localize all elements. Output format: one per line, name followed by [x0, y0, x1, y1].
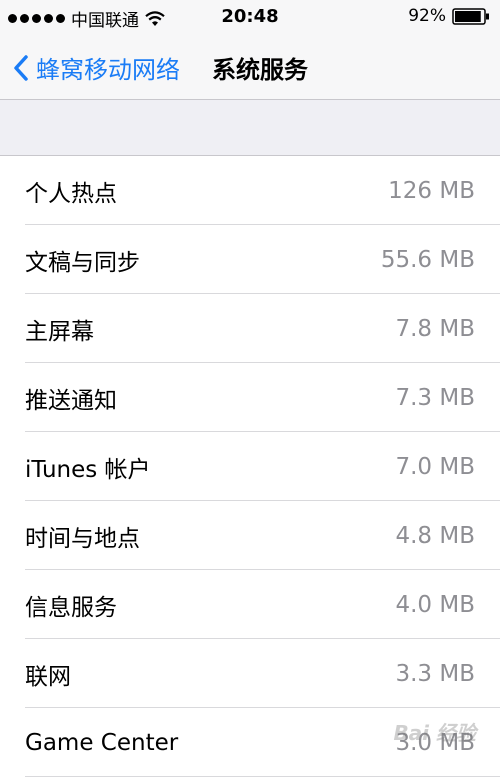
- list-item-label: 个人热点: [25, 180, 117, 207]
- list-item-label: 文稿与同步: [25, 249, 140, 276]
- list-item-documents-sync: 文稿与同步 55.6 MB: [0, 225, 500, 294]
- list-item-push-notifications: 推送通知 7.3 MB: [0, 363, 500, 432]
- list-item-time-location: 时间与地点 4.8 MB: [0, 501, 500, 570]
- section-spacer: [0, 100, 500, 155]
- list-item-label: 联网: [25, 663, 71, 690]
- back-button[interactable]: 蜂窝移动网络: [12, 50, 180, 85]
- list-item-value: 7.0 MB: [395, 453, 475, 480]
- battery-percent: 92%: [408, 6, 446, 26]
- watermark-logo: Bai 经验: [393, 721, 476, 745]
- list-item-value: 4.8 MB: [395, 522, 475, 549]
- list-item-label: Game Center: [25, 729, 179, 756]
- list-item-value: 126 MB: [388, 177, 475, 204]
- list-item-networking: 联网 3.3 MB: [0, 639, 500, 708]
- chevron-left-icon: [12, 54, 30, 82]
- list-item-label: 时间与地点: [25, 525, 140, 552]
- battery-icon: [452, 7, 490, 25]
- back-button-label: 蜂窝移动网络: [36, 56, 180, 84]
- list-item-label: 信息服务: [25, 594, 117, 621]
- list-item-hotspot: 个人热点 126 MB: [0, 156, 500, 225]
- list-item-value: 55.6 MB: [380, 246, 475, 273]
- list-item-itunes-account: iTunes 帐户 7.0 MB: [0, 432, 500, 501]
- list-item-home-screen: 主屏幕 7.8 MB: [0, 294, 500, 363]
- page-title: 系统服务: [212, 56, 308, 84]
- nav-bar: 蜂窝移动网络 系统服务: [0, 34, 500, 100]
- status-right: 92%: [408, 6, 490, 26]
- list-item-label: 推送通知: [25, 387, 117, 414]
- list-item-value: 7.8 MB: [395, 315, 475, 342]
- list-item-label: iTunes 帐户: [25, 456, 151, 483]
- status-bar: 中国联通 20:48 92%: [0, 0, 500, 34]
- system-services-list: 个人热点 126 MB 文稿与同步 55.6 MB 主屏幕 7.8 MB 推送通…: [0, 155, 500, 777]
- list-item-value: 4.0 MB: [395, 591, 475, 618]
- list-item-messaging: 信息服务 4.0 MB: [0, 570, 500, 639]
- list-item-label: 主屏幕: [25, 318, 94, 345]
- list-item-value: 3.3 MB: [395, 660, 475, 687]
- list-item-value: 7.3 MB: [395, 384, 475, 411]
